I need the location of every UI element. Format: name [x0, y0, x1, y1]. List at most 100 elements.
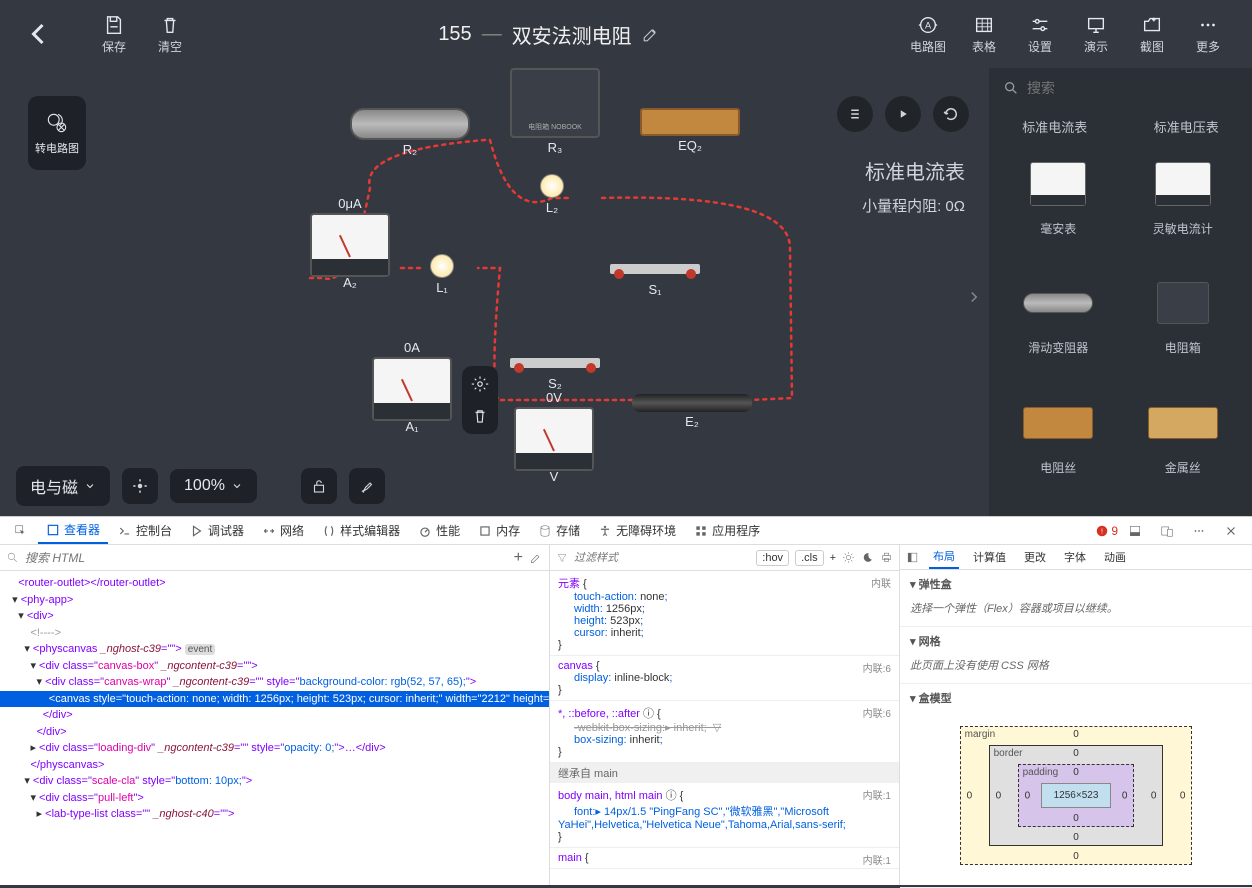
css-rules[interactable]: 内联元素 { touch-action: none; width: 1256px…: [550, 571, 899, 885]
bottombar: 电与磁 100%: [16, 466, 385, 506]
layout-tab-fonts[interactable]: 字体: [1060, 546, 1090, 568]
palette-search[interactable]: [989, 68, 1252, 108]
component-e2[interactable]: E₂: [632, 394, 752, 429]
tab-storage[interactable]: 存储: [530, 518, 588, 543]
tab-perf[interactable]: 性能: [410, 518, 468, 543]
component-v[interactable]: 0V3V 15VV: [514, 390, 594, 484]
palette-item[interactable]: 电阻丝: [999, 395, 1118, 504]
gear-icon[interactable]: [468, 372, 492, 396]
tab-inspector[interactable]: 查看器: [38, 517, 108, 544]
component-s1[interactable]: S₁: [610, 264, 700, 297]
list-icon[interactable]: [837, 96, 873, 132]
inspect-icon[interactable]: [6, 520, 36, 542]
selection-info: 标准电流表 小量程内阻: 0Ω: [862, 156, 965, 216]
search-input[interactable]: [1027, 80, 1238, 96]
component-a2[interactable]: 0μA-300μA~300μAA₂: [310, 196, 390, 290]
box-section[interactable]: ▾ 盒模型: [910, 690, 1242, 706]
topbar: 保存 清空 155 — 双安法测电阻 A电路图 表格 设置 演示 截图 更多: [0, 0, 1252, 68]
light-icon[interactable]: [842, 551, 855, 564]
edit-title-icon[interactable]: [642, 25, 660, 43]
palette-tab-1[interactable]: 标准电流表: [989, 108, 1121, 144]
tab-a11y[interactable]: 无障碍环境: [590, 518, 684, 543]
save-button[interactable]: 保存: [90, 14, 138, 55]
component-r2[interactable]: R₂: [350, 108, 470, 157]
circuit-button[interactable]: A电路图: [904, 14, 952, 55]
palette-item[interactable]: 灵敏电流计: [1124, 156, 1243, 265]
search-icon: [6, 551, 19, 564]
table-button[interactable]: 表格: [960, 14, 1008, 55]
layout-tab-changes[interactable]: 更改: [1020, 546, 1050, 568]
tab-network[interactable]: 网络: [254, 518, 312, 543]
category-dropdown[interactable]: 电与磁: [16, 466, 110, 506]
add-icon[interactable]: +: [514, 549, 523, 567]
cls-toggle[interactable]: .cls: [795, 550, 824, 566]
box-model: margin 0000 border 0000 padding 0000 125…: [910, 710, 1242, 881]
palette-item[interactable]: 滑动变阻器: [999, 275, 1118, 384]
svg-text:!: !: [1101, 528, 1103, 535]
present-button[interactable]: 演示: [1072, 14, 1120, 55]
layout-tab-layout[interactable]: 布局: [929, 545, 959, 569]
dom-tree[interactable]: <router-outlet></router-outlet> ▾ <phy-a…: [0, 571, 549, 885]
devtools-tabs: 查看器 控制台 调试器 网络 样式编辑器 性能 内存 存储 无障碍环境 应用程序…: [0, 517, 1252, 545]
capture-button[interactable]: 截图: [1128, 14, 1176, 55]
component-r3[interactable]: 电阻箱 NOBOOKR₃: [510, 68, 600, 155]
tab-debugger[interactable]: 调试器: [182, 518, 252, 543]
layout-panel: 布局 计算值 更改 字体 动画 ▾ 弹性盒选择一个弹性（Flex）容器或项目以继…: [900, 545, 1252, 885]
filter-icon: [556, 552, 568, 564]
component-palette: 标准电流表 标准电压表 毫安表 灵敏电流计 滑动变阻器 电阻箱 电阻丝 金属丝: [989, 68, 1252, 516]
component-l1[interactable]: L₁: [430, 254, 454, 295]
zoom-dropdown[interactable]: 100%: [170, 469, 257, 503]
component-eq2[interactable]: EQ₂: [640, 108, 740, 153]
edit-icon[interactable]: [529, 551, 543, 565]
responsive-icon[interactable]: [1152, 520, 1182, 542]
palette-item[interactable]: 毫安表: [999, 156, 1118, 265]
devtools-more-icon[interactable]: [1184, 520, 1214, 542]
title-number: 155: [438, 23, 471, 46]
title-name: 双安法测电阻: [512, 20, 632, 49]
add-rule-icon[interactable]: +: [830, 552, 836, 564]
component-s2[interactable]: S₂: [510, 358, 600, 391]
play-icon[interactable]: [885, 96, 921, 132]
brush-icon[interactable]: [349, 468, 385, 504]
layout-tab-computed[interactable]: 计算值: [969, 546, 1010, 568]
palette-item[interactable]: 金属丝: [1124, 395, 1243, 504]
tab-styles[interactable]: 样式编辑器: [314, 518, 408, 543]
search-icon: [1003, 80, 1019, 96]
refresh-icon[interactable]: [933, 96, 969, 132]
grid-section[interactable]: ▾ 网格: [910, 633, 1242, 649]
svg-text:A: A: [925, 20, 932, 30]
locate-icon[interactable]: [122, 468, 158, 504]
canvas-area[interactable]: 转电路图 标准电流表 小量程内阻: 0Ω R₂ 电阻箱 NOBOOKR₃ EQ₂…: [0, 68, 989, 516]
tab-app[interactable]: 应用程序: [686, 518, 768, 543]
html-search-input[interactable]: [25, 551, 508, 565]
html-panel: + <router-outlet></router-outlet> ▾ <phy…: [0, 545, 550, 885]
dock-icon[interactable]: [1120, 520, 1150, 542]
lock-icon[interactable]: [301, 468, 337, 504]
palette-tab-2[interactable]: 标准电压表: [1121, 108, 1252, 144]
component-actions: [462, 366, 498, 434]
delete-icon[interactable]: [468, 404, 492, 428]
flex-section[interactable]: ▾ 弹性盒: [910, 576, 1242, 592]
hov-toggle[interactable]: :hov: [756, 550, 789, 566]
close-icon[interactable]: [1216, 520, 1246, 542]
settings-button[interactable]: 设置: [1016, 14, 1064, 55]
back-button[interactable]: [20, 16, 56, 52]
component-a1[interactable]: 0A0.6A 3AA₁: [372, 340, 452, 434]
devtools: 查看器 控制台 调试器 网络 样式编辑器 性能 内存 存储 无障碍环境 应用程序…: [0, 516, 1252, 885]
title-area: 155 — 双安法测电阻: [202, 20, 896, 49]
collapse-palette-icon[interactable]: [965, 288, 983, 311]
tab-memory[interactable]: 内存: [470, 518, 528, 543]
error-badge[interactable]: !9: [1095, 524, 1118, 538]
more-button[interactable]: 更多: [1184, 14, 1232, 55]
layout-tab-anim[interactable]: 动画: [1100, 546, 1130, 568]
palette-item[interactable]: 电阻箱: [1124, 275, 1243, 384]
sidebar-icon[interactable]: [906, 551, 919, 564]
clear-button[interactable]: 清空: [146, 14, 194, 55]
tab-console[interactable]: 控制台: [110, 518, 180, 543]
css-filter-input[interactable]: [574, 552, 750, 564]
print-icon[interactable]: [880, 551, 893, 564]
convert-circuit-button[interactable]: 转电路图: [28, 96, 86, 170]
component-l2[interactable]: L₂: [540, 174, 564, 215]
dark-icon[interactable]: [861, 551, 874, 564]
css-panel: :hov .cls + 内联元素 { touch-action: none; w…: [550, 545, 900, 885]
